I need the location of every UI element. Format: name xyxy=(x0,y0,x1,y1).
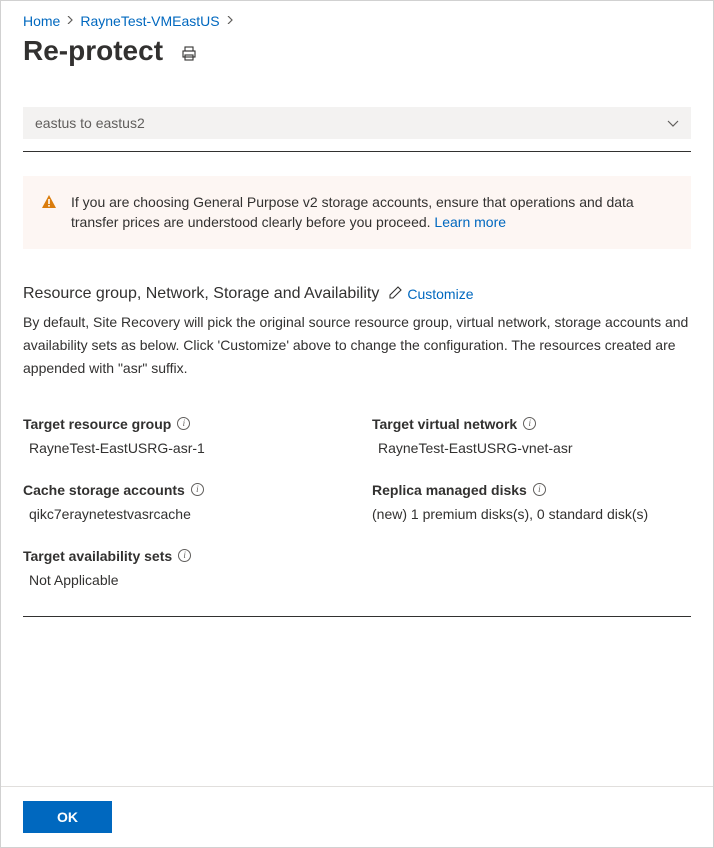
field-label: Cache storage accounts xyxy=(23,482,185,498)
info-icon[interactable]: i xyxy=(191,483,204,496)
footer: OK xyxy=(1,786,713,847)
info-icon[interactable]: i xyxy=(177,417,190,430)
divider xyxy=(23,151,691,152)
info-icon[interactable]: i xyxy=(523,417,536,430)
direction-dropdown[interactable]: eastus to eastus2 xyxy=(23,107,691,139)
pencil-icon xyxy=(389,286,402,302)
chevron-right-icon xyxy=(66,15,74,27)
section-description: By default, Site Recovery will pick the … xyxy=(23,311,691,380)
ok-button[interactable]: OK xyxy=(23,801,112,833)
dropdown-value: eastus to eastus2 xyxy=(35,115,145,131)
divider xyxy=(23,616,691,617)
breadcrumb-item[interactable]: RayneTest-VMEastUS xyxy=(80,13,219,29)
warning-icon xyxy=(41,194,57,233)
breadcrumb-home[interactable]: Home xyxy=(23,13,60,29)
customize-link[interactable]: Customize xyxy=(389,286,473,302)
field-replica-managed-disks: Replica managed disks i (new) 1 premium … xyxy=(372,482,691,522)
field-label: Target resource group xyxy=(23,416,171,432)
field-label: Target virtual network xyxy=(372,416,517,432)
field-target-availability-sets: Target availability sets i Not Applicabl… xyxy=(23,548,342,588)
field-value: RayneTest-EastUSRG-vnet-asr xyxy=(372,440,691,456)
chevron-right-icon xyxy=(226,15,234,27)
info-icon[interactable]: i xyxy=(533,483,546,496)
field-target-resource-group: Target resource group i RayneTest-EastUS… xyxy=(23,416,342,456)
chevron-down-icon xyxy=(667,115,679,131)
field-label: Target availability sets xyxy=(23,548,172,564)
section-heading: Resource group, Network, Storage and Ava… xyxy=(23,285,379,303)
field-target-virtual-network: Target virtual network i RayneTest-EastU… xyxy=(372,416,691,456)
print-icon[interactable] xyxy=(181,46,197,62)
field-value: RayneTest-EastUSRG-asr-1 xyxy=(23,440,342,456)
field-cache-storage-accounts: Cache storage accounts i qikc7eraynetest… xyxy=(23,482,342,522)
field-value: Not Applicable xyxy=(23,572,342,588)
breadcrumb: Home RayneTest-VMEastUS xyxy=(23,11,691,29)
info-icon[interactable]: i xyxy=(178,549,191,562)
page-title: Re-protect xyxy=(23,35,163,67)
warning-banner: If you are choosing General Purpose v2 s… xyxy=(23,176,691,249)
field-value: qikc7eraynetestvasrcache xyxy=(23,506,342,522)
warning-text: If you are choosing General Purpose v2 s… xyxy=(71,192,673,233)
learn-more-link[interactable]: Learn more xyxy=(434,214,506,230)
field-label: Replica managed disks xyxy=(372,482,527,498)
field-value: (new) 1 premium disks(s), 0 standard dis… xyxy=(372,506,691,522)
